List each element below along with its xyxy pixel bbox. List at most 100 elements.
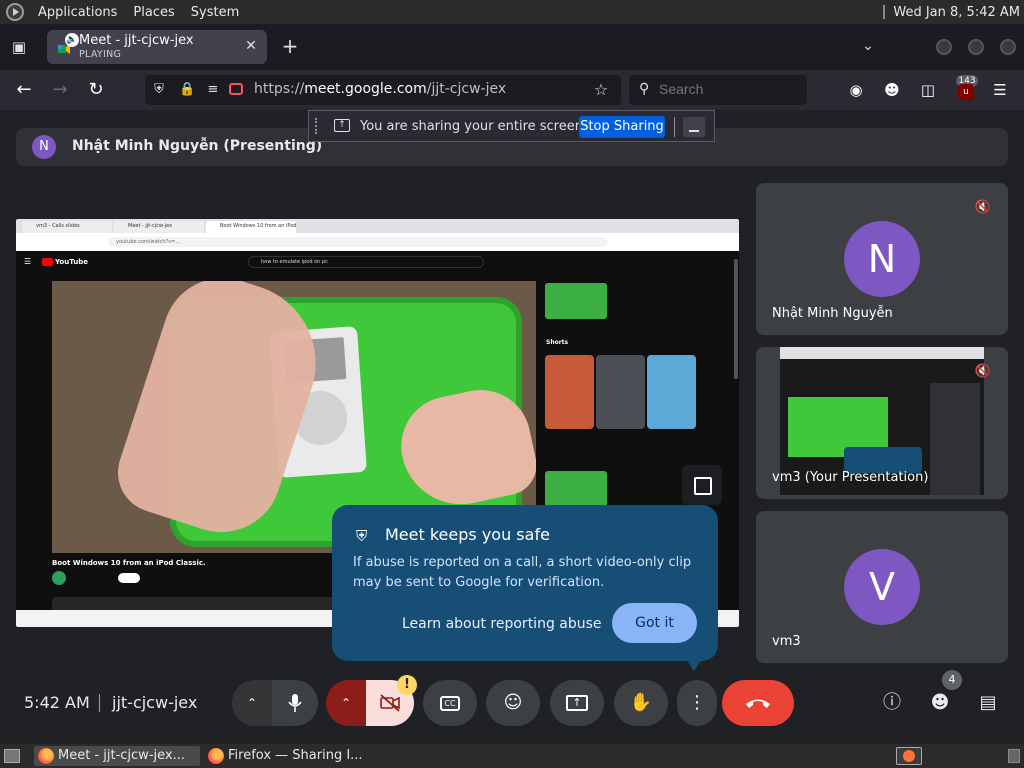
present-screen-button[interactable]: ↑: [550, 680, 604, 726]
camera-warning-badge: !: [397, 675, 417, 695]
workspace-switcher-icon[interactable]: [896, 747, 922, 765]
applications-menu[interactable]: Applications: [32, 5, 123, 20]
chat-icon[interactable]: ▤: [974, 689, 1002, 717]
shared-url: youtube.com/watch?v=...: [108, 237, 608, 247]
bookmark-star-icon[interactable]: ☆: [593, 82, 609, 98]
gnome-bottom-panel: Meet - jjt-cjcw-jex... Firefox — Sharing…: [0, 744, 1024, 768]
meet-page: N Nhật Minh Nguyễn (Presenting) ↑ You ar…: [0, 110, 1024, 744]
participant-tile-presentation[interactable]: 🔇 vm3 (Your Presentation): [756, 347, 1008, 499]
pocket-icon[interactable]: ◉: [845, 79, 867, 101]
participant-tile-nhat[interactable]: 🔇 N Nhật Minh Nguyễn: [756, 183, 1008, 335]
forward-arrow-icon[interactable]: →: [48, 78, 72, 102]
tracking-shield-icon[interactable]: ⛨: [151, 82, 167, 98]
speaker-icon[interactable]: 🔈: [65, 33, 79, 47]
short-thumb: [545, 355, 594, 429]
account-icon[interactable]: ☻: [881, 79, 903, 101]
hamburger-menu-icon[interactable]: ☰: [989, 79, 1011, 101]
browser-nav-bar: ← → ↻ ⛨ 🔒 ≡ https://meet.google.com/jjt-…: [0, 70, 1024, 110]
minimize-window-button[interactable]: [936, 39, 952, 55]
shared-browser-tabbar: vm3 - Calls slides Meet - jjt-cjcw-jex B…: [16, 219, 739, 233]
search-input[interactable]: [659, 81, 799, 97]
learn-about-reporting-link[interactable]: Learn about reporting abuse: [402, 616, 602, 632]
microphone-icon: [288, 694, 302, 712]
screen-share-icon: ↑: [334, 119, 350, 132]
url-domain: meet.google.com: [304, 81, 427, 97]
url-path: /jjt-cjcw-jex: [426, 81, 507, 97]
shorts-heading: Shorts: [546, 339, 569, 346]
participant-name: Nhật Minh Nguyễn: [772, 306, 893, 321]
participant-name: vm3 (Your Presentation): [772, 470, 929, 485]
camera-off-icon: [380, 694, 400, 712]
system-menu[interactable]: System: [185, 5, 245, 20]
gnome-top-panel: Applications Places System Wed Jan 8, 5:…: [0, 0, 1024, 24]
presenter-avatar: N: [32, 135, 56, 159]
present-screen-icon: ↑: [566, 695, 588, 711]
back-arrow-icon[interactable]: ←: [12, 78, 36, 102]
sidebar-video-thumb: [545, 283, 607, 319]
sharing-message: You are sharing your entire screen.: [360, 119, 588, 134]
short-thumb: [647, 355, 696, 429]
tab-title: Meet - jjt-cjcw-jex: [79, 33, 194, 48]
taskbar-item-meet[interactable]: Meet - jjt-cjcw-jex...: [34, 746, 200, 766]
show-desktop-icon[interactable]: [4, 749, 20, 763]
raise-hand-button[interactable]: ✋: [614, 680, 668, 726]
mic-off-icon: 🔇: [974, 200, 992, 215]
tab-meet[interactable]: 🔈 Meet - jjt-cjcw-jex PLAYING ✕: [47, 30, 267, 64]
leave-call-button[interactable]: [722, 680, 794, 726]
places-menu[interactable]: Places: [127, 5, 180, 20]
address-bar[interactable]: ⛨ 🔒 ≡ https://meet.google.com/jjt-cjcw-j…: [145, 75, 621, 105]
camera-sharing-icon[interactable]: [229, 83, 243, 95]
meeting-clock: 5:42 AM: [24, 693, 90, 712]
participant-tile-vm3[interactable]: V vm3: [756, 511, 1008, 663]
shared-tab: Boot Windows 10 from an iPod: [206, 221, 296, 233]
more-vert-icon: ⋮: [688, 692, 706, 713]
firefox-icon: [208, 748, 224, 764]
permissions-icon[interactable]: ≡: [205, 82, 221, 98]
video-options-chevron-icon[interactable]: ⌃: [326, 680, 366, 726]
new-tab-plus-icon[interactable]: +: [279, 36, 301, 58]
url-text[interactable]: https://meet.google.com/jjt-cjcw-jex: [254, 81, 506, 97]
shield-icon: ⛨: [356, 527, 368, 545]
taskbar-item-label: Firefox — Sharing I...: [228, 748, 363, 763]
emoji-reactions-button[interactable]: ☺: [486, 680, 540, 726]
stop-sharing-button[interactable]: Stop Sharing: [579, 116, 665, 138]
close-tab-icon[interactable]: ✕: [243, 38, 259, 54]
youtube-logo: YouTube: [42, 258, 88, 267]
meeting-code: jjt-cjcw-jex: [112, 693, 198, 712]
popup-body: If abuse is reported on a call, a short …: [353, 555, 692, 590]
search-bar[interactable]: ⚲: [629, 75, 807, 105]
microphone-button[interactable]: [272, 680, 318, 726]
fullscreen-expand-icon[interactable]: [682, 465, 722, 505]
meeting-details-icon[interactable]: ⓘ: [878, 689, 906, 717]
trash-icon[interactable]: [1008, 749, 1020, 763]
firefox-icon: [38, 748, 54, 764]
short-thumb: [596, 355, 645, 429]
clock[interactable]: Wed Jan 8, 5:42 AM: [893, 5, 1020, 20]
shared-tab: vm3 - Calls slides: [22, 221, 112, 233]
preview-tabbar: [780, 347, 984, 359]
drag-handle[interactable]: [315, 118, 319, 134]
presenter-name: Nhật Minh Nguyễn (Presenting): [72, 138, 323, 154]
reload-icon[interactable]: ↻: [84, 78, 108, 102]
panel-separator: [883, 5, 886, 19]
close-window-button[interactable]: [1000, 39, 1016, 55]
lock-icon[interactable]: 🔒: [179, 82, 195, 98]
chevron-down-icon[interactable]: ⌄: [858, 38, 878, 56]
yt-menu-icon: ☰: [24, 257, 32, 266]
people-icon[interactable]: ☻: [926, 689, 954, 717]
browser-tab-strip: ▣ 🔈 Meet - jjt-cjcw-jex PLAYING ✕ + ⌄: [0, 24, 1024, 70]
more-options-button[interactable]: ⋮: [677, 680, 717, 726]
taskbar-item-sharing[interactable]: Firefox — Sharing I...: [204, 746, 374, 766]
firefox-view-icon[interactable]: ▣: [9, 38, 29, 56]
meeting-info-divider: [99, 694, 100, 712]
clock-area[interactable]: Wed Jan 8, 5:42 AM: [883, 5, 1024, 20]
gnome-foot-icon[interactable]: [6, 3, 24, 21]
preview-tiles: [930, 383, 980, 495]
maximize-window-button[interactable]: [968, 39, 984, 55]
minimize-indicator-icon[interactable]: [683, 117, 705, 137]
ublock-origin-icon[interactable]: u: [958, 84, 974, 100]
audio-options-chevron-icon[interactable]: ⌃: [232, 680, 272, 726]
extensions-puzzle-icon[interactable]: ◫: [917, 79, 939, 101]
got-it-button[interactable]: Got it: [612, 603, 697, 643]
captions-button[interactable]: CC: [423, 680, 477, 726]
